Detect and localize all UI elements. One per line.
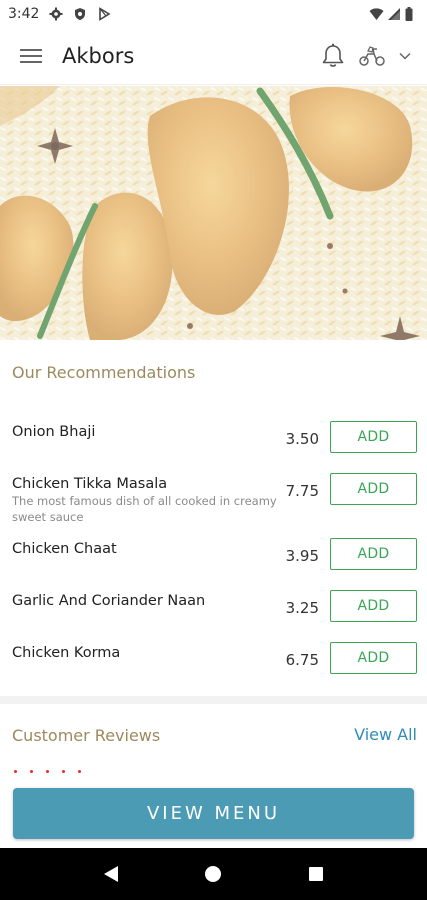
bell-icon[interactable] [321, 43, 345, 69]
reviews-title: Customer Reviews [12, 726, 161, 745]
item-price: 3.25 [285, 599, 319, 617]
status-time: 3:42 [8, 6, 40, 22]
recents-icon[interactable] [296, 854, 336, 894]
back-icon[interactable] [91, 854, 131, 894]
star-icon [62, 770, 65, 773]
view-menu-button[interactable]: VIEW MENU [13, 788, 414, 839]
add-button[interactable]: ADD [330, 421, 417, 453]
recommendations-section: Our Recommendations Onion Bhaji 3.50 ADD… [0, 340, 427, 696]
wifi-icon [369, 7, 384, 21]
item-name: Onion Bhaji [12, 424, 96, 440]
gear-icon [49, 7, 63, 21]
hamburger-menu-icon[interactable] [0, 28, 62, 85]
app-title: Akbors [62, 44, 135, 68]
item-price: 6.75 [285, 651, 319, 669]
item-name: Garlic And Coriander Naan [12, 593, 206, 609]
chevron-down-icon[interactable] [399, 52, 411, 60]
add-button[interactable]: ADD [330, 590, 417, 622]
item-name: Chicken Chaat [12, 541, 117, 557]
rating-stars [14, 770, 81, 773]
shield-icon [73, 7, 87, 21]
item-price: 3.50 [285, 430, 319, 448]
signal-icon [387, 7, 401, 21]
star-icon [78, 770, 81, 773]
hero-food-image [0, 86, 427, 340]
scooter-icon[interactable] [359, 45, 385, 67]
star-icon [14, 770, 17, 773]
section-divider [0, 696, 427, 704]
app-bar: Akbors [0, 28, 427, 85]
item-name: Chicken Korma [12, 645, 121, 661]
item-price: 3.95 [285, 547, 319, 565]
star-icon [30, 770, 33, 773]
battery-icon [405, 7, 419, 21]
reviews-section: Customer Reviews View All [0, 704, 427, 788]
home-icon[interactable] [193, 854, 233, 894]
add-button[interactable]: ADD [330, 473, 417, 505]
view-all-link[interactable]: View All [354, 725, 417, 744]
item-price: 7.75 [285, 482, 319, 500]
item-name: Chicken Tikka Masala [12, 476, 168, 492]
star-icon [46, 770, 49, 773]
item-description: The most famous dish of all cooked in cr… [12, 494, 277, 524]
play-store-icon [97, 7, 111, 21]
add-button[interactable]: ADD [330, 538, 417, 570]
status-bar: 3:42 [0, 0, 427, 28]
recommendations-title: Our Recommendations [12, 363, 196, 382]
navigation-bar [0, 848, 427, 900]
add-button[interactable]: ADD [330, 642, 417, 674]
